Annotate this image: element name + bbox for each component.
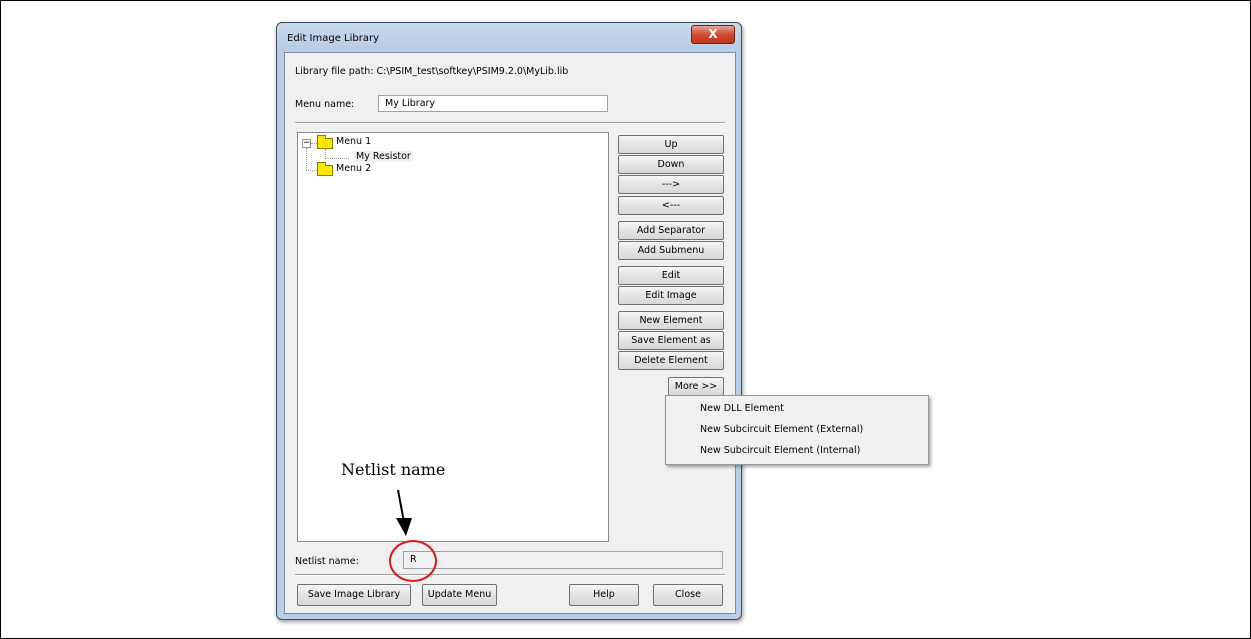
menu-item-new-subcircuit-internal[interactable]: New Subcircuit Element (Internal) (700, 445, 860, 456)
menu-name-label: Menu name: (295, 99, 355, 110)
add-separator-button[interactable]: Add Separator (618, 221, 724, 240)
move-right-button[interactable]: ---> (618, 175, 724, 194)
netlist-name-label: Netlist name: (295, 556, 359, 567)
window-title: Edit Image Library (287, 33, 380, 44)
add-submenu-button[interactable]: Add Submenu (618, 241, 724, 260)
tree-line (325, 158, 349, 159)
close-window-icon[interactable]: X (691, 25, 735, 44)
edit-image-button[interactable]: Edit Image (618, 286, 724, 305)
tree-item-menu-1[interactable]: Menu 1 (336, 136, 371, 147)
save-element-as-button[interactable]: Save Element as (618, 331, 724, 350)
more-popup-menu: New DLL Element New Subcircuit Element (… (665, 395, 929, 465)
divider (295, 122, 725, 124)
new-element-button[interactable]: New Element (618, 311, 724, 330)
down-button[interactable]: Down (618, 155, 724, 174)
menu-name-input[interactable]: My Library (378, 95, 608, 112)
delete-element-button[interactable]: Delete Element (618, 351, 724, 370)
library-tree-view[interactable]: − Menu 1 My Resistor Menu 2 (297, 132, 609, 542)
tree-item-my-resistor[interactable]: My Resistor (354, 151, 413, 162)
folder-icon (317, 135, 333, 149)
library-path-label: Library file path: C:\PSIM_test\softkey\… (295, 66, 569, 77)
annotation-label: Netlist name (341, 460, 446, 479)
help-button[interactable]: Help (569, 584, 639, 606)
up-button[interactable]: Up (618, 135, 724, 154)
tree-line (306, 170, 317, 171)
menu-item-new-dll-element[interactable]: New DLL Element (700, 403, 784, 414)
edit-image-library-dialog: Edit Image Library X Library file path: … (276, 22, 742, 620)
tree-item-menu-2[interactable]: Menu 2 (336, 163, 371, 174)
close-button[interactable]: Close (653, 584, 723, 606)
title-bar[interactable]: Edit Image Library X (277, 23, 741, 53)
divider (295, 574, 725, 576)
edit-button[interactable]: Edit (618, 266, 724, 285)
annotation-highlight-circle (389, 540, 437, 582)
more-button[interactable]: More >> (668, 377, 724, 396)
move-left-button[interactable]: <--- (618, 196, 724, 215)
update-menu-button[interactable]: Update Menu (422, 584, 497, 606)
tree-line (306, 148, 307, 170)
dialog-client-area: Library file path: C:\PSIM_test\softkey\… (284, 52, 736, 614)
netlist-name-field[interactable]: R (403, 551, 723, 569)
collapse-icon[interactable]: − (302, 139, 311, 148)
save-image-library-button[interactable]: Save Image Library (297, 584, 411, 606)
menu-item-new-subcircuit-external[interactable]: New Subcircuit Element (External) (700, 424, 863, 435)
annotation-arrow-icon (396, 489, 412, 536)
folder-icon (317, 162, 333, 176)
